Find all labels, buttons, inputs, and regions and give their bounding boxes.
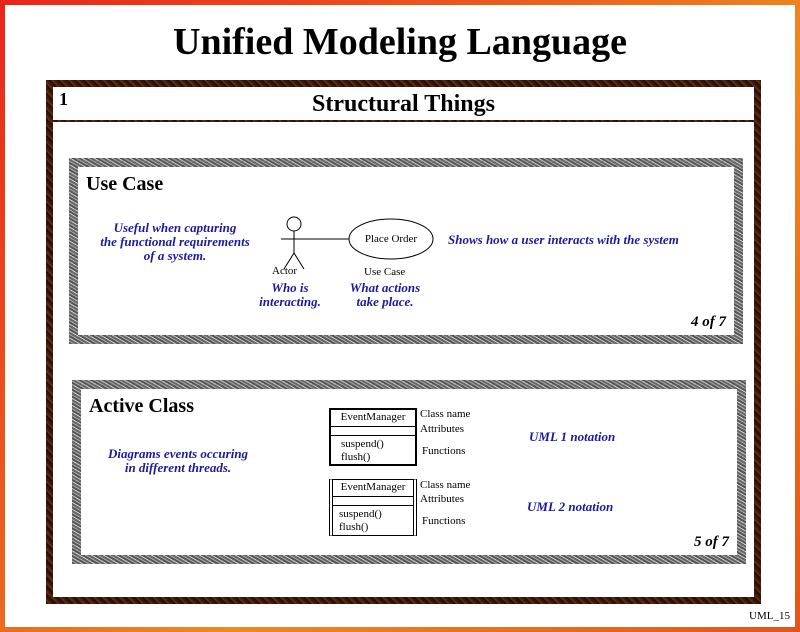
uml1-label-functions: Functions xyxy=(422,445,466,457)
note-line: Who is xyxy=(271,280,309,295)
uml2-attributes-compartment xyxy=(333,497,413,506)
active-class-left-note: Diagrams events occuring in different th… xyxy=(93,447,263,475)
note-line: in different threads. xyxy=(124,460,232,475)
uml2-class-box: EventManager suspend() flush() xyxy=(329,479,417,536)
note-line: the functional requirements xyxy=(100,234,250,249)
operation: suspend() xyxy=(339,508,382,520)
note-line: interacting. xyxy=(259,294,321,309)
uml1-attributes-compartment xyxy=(331,427,415,436)
uml2-label-attributes: Attributes xyxy=(420,493,464,505)
uml2-label-functions: Functions xyxy=(422,515,466,527)
note-line: take place. xyxy=(356,294,414,309)
footer-slide-id: UML_15 xyxy=(749,610,790,622)
uml1-notation: UML 1 notation xyxy=(529,429,616,444)
section-title: Structural Things xyxy=(312,91,495,117)
use-case-heading: Use Case xyxy=(86,173,164,195)
use-case-right-note: Shows how a user interacts with the syst… xyxy=(448,232,679,247)
actor-label: Actor xyxy=(272,265,298,277)
use-case-left-note: Useful when capturing the functional req… xyxy=(90,221,260,263)
actor-stick-figure-icon xyxy=(281,216,307,270)
operation: flush() xyxy=(341,451,371,463)
note-line: of a system. xyxy=(143,248,207,263)
uml1-class-name: EventManager xyxy=(331,410,415,427)
use-case-note: What actions take place. xyxy=(340,281,430,309)
uml2-class-name: EventManager xyxy=(333,480,413,497)
uml2-notation: UML 2 notation xyxy=(527,499,614,514)
uml1-operations-compartment: suspend() flush() xyxy=(331,436,415,464)
active-class-box: Active Class Diagrams events occuring in… xyxy=(72,380,746,564)
note-line: Useful when capturing xyxy=(113,220,237,235)
operation: flush() xyxy=(339,521,369,533)
use-case-name: Place Order xyxy=(364,233,418,245)
use-case-box-body: Use Case Useful when capturing the funct… xyxy=(78,167,734,335)
operation: suspend() xyxy=(341,438,384,450)
active-class-box-body: Active Class Diagrams events occuring in… xyxy=(81,389,737,555)
uml1-label-attributes: Attributes xyxy=(420,423,464,435)
active-class-heading: Active Class xyxy=(89,395,194,417)
slide-title: Unified Modeling Language xyxy=(173,21,627,63)
panel-header: 1 Structural Things xyxy=(53,87,754,120)
uml1-label-class-name: Class name xyxy=(420,408,471,420)
note-line: Diagrams events occuring xyxy=(107,446,249,461)
use-case-label: Use Case xyxy=(364,266,406,278)
note-line: What actions xyxy=(349,280,421,295)
use-case-box: Use Case Useful when capturing the funct… xyxy=(69,158,743,344)
uml1-class-box: EventManager suspend() flush() xyxy=(329,408,417,466)
uml2-operations-compartment: suspend() flush() xyxy=(333,506,413,534)
uml2-label-class-name: Class name xyxy=(420,479,471,491)
page-indicator: 5 of 7 xyxy=(694,534,729,550)
actor-note: Who is interacting. xyxy=(245,281,335,309)
page-indicator: 4 of 7 xyxy=(691,314,726,330)
